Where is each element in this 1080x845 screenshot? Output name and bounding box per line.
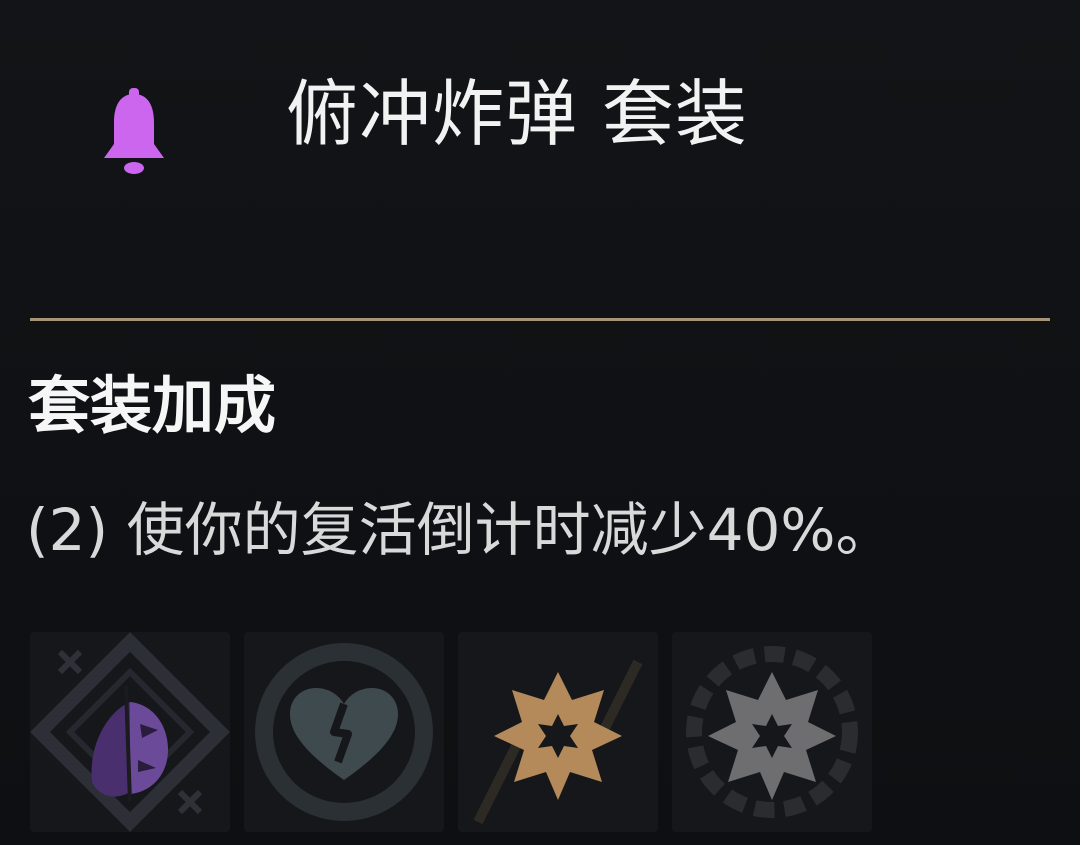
explosion-burst-icon [473,659,643,825]
set-tooltip-panel: 俯冲炸弹 套装 套装加成 (2) 使你的复活倒计时减少40%。 [0,0,1080,845]
bell-icon [104,88,164,174]
broken-heart-icon [255,643,433,821]
set-bonus-line: (2) 使你的复活倒计时减少40%。 [26,496,894,564]
set-bonus-heading: 套装加成 [28,369,277,442]
gear-burst-icon [686,646,858,818]
item-slot-2[interactable] [244,632,444,832]
item-slot-4[interactable] [672,632,872,832]
item-slot-1[interactable] [30,632,230,832]
item-slot-3[interactable] [458,632,658,832]
fox-mask-emblem-icon [30,632,230,832]
set-items-row [30,632,872,832]
divider [30,318,1050,321]
set-title: 俯冲炸弹 套装 [286,72,748,156]
